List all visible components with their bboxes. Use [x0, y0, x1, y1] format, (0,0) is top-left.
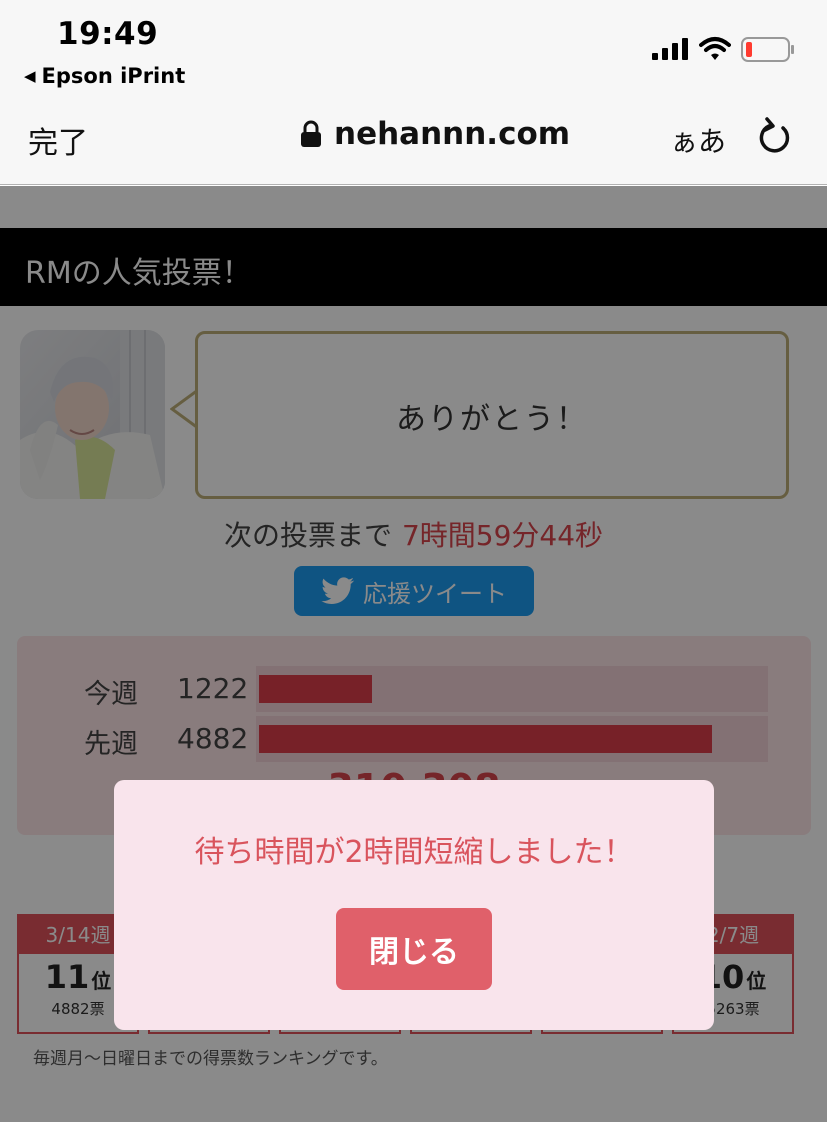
dialog-message: 待ち時間が2時間短縮しました！: [194, 835, 634, 870]
url-text: nehannn.com: [334, 116, 571, 152]
notice-dialog: 待ち時間が2時間短縮しました！ 閉じる: [114, 780, 714, 1030]
wifi-icon: [699, 37, 731, 60]
back-triangle-icon: ◀: [24, 67, 36, 85]
status-time: 19:49: [57, 16, 159, 52]
lock-icon: [301, 120, 321, 147]
browser-toolbar: 完了 nehannn.com ぁあ: [0, 100, 827, 185]
battery-icon: [741, 37, 794, 62]
text-size-button[interactable]: ぁあ: [670, 120, 726, 160]
back-to-app-link[interactable]: ◀ Epson iPrint: [24, 64, 185, 88]
done-button[interactable]: 完了: [28, 118, 88, 162]
cellular-signal-icon: [652, 38, 688, 60]
reload-icon[interactable]: [757, 116, 793, 156]
close-button[interactable]: 閉じる: [336, 908, 492, 990]
address-bar[interactable]: nehannn.com: [300, 116, 570, 152]
status-bar: 19:49 ◀ Epson iPrint: [0, 0, 827, 100]
back-app-label: Epson iPrint: [41, 64, 186, 88]
